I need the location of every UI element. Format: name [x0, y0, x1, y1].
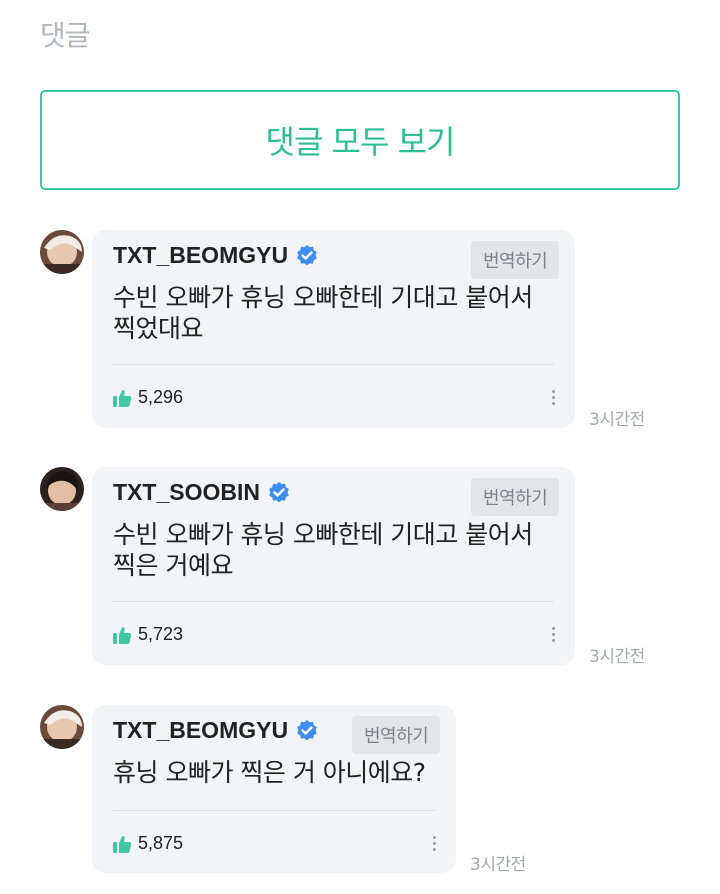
like-button[interactable]: 5,296 — [112, 387, 183, 408]
like-button[interactable]: 5,723 — [112, 624, 183, 645]
translate-button[interactable]: 번역하기 — [471, 241, 560, 279]
like-count: 5,875 — [138, 833, 184, 853]
comment-bubble: TXT_SOOBIN 번역하기 수빈 오빠가 휴닝 오빠한테 기대고 붙어서 찍… — [92, 467, 575, 665]
comment-timestamp: 3시간전 — [470, 855, 526, 875]
translate-button[interactable]: 번역하기 — [352, 716, 441, 754]
comment-text: 수빈 오빠가 휴닝 오빠한테 기대고 붙어서 찍은 거예요 — [113, 520, 533, 580]
avatar[interactable] — [40, 705, 84, 749]
view-all-comments-button[interactable]: 댓글 모두 보기 — [40, 90, 680, 190]
comment-username[interactable]: TXT_BEOMGYU — [113, 717, 319, 744]
translate-button[interactable]: 번역하기 — [471, 478, 560, 516]
comment-bubble: TXT_BEOMGYU 번역하기 수빈 오빠가 휴닝 오빠한테 기대고 붙어서 … — [92, 230, 575, 428]
like-count: 5,723 — [138, 624, 184, 644]
thumbs-up-icon — [113, 835, 132, 853]
thumbs-up-icon — [113, 626, 132, 644]
like-button[interactable]: 5,875 — [112, 833, 183, 854]
more-options-button[interactable] — [546, 387, 560, 409]
comments-section-title: 댓글 — [40, 19, 91, 52]
comment-item: TXT_SOOBIN 번역하기 수빈 오빠가 휴닝 오빠한테 기대고 붙어서 찍… — [40, 467, 660, 667]
verified-badge-icon — [267, 481, 291, 505]
divider — [113, 364, 554, 365]
thumbs-up-icon — [113, 389, 132, 407]
comment-bubble: TXT_BEOMGYU 번역하기 휴닝 오빠가 찍은 거 아니에요? 5,875 — [92, 705, 456, 873]
comment-text: 수빈 오빠가 휴닝 오빠한테 기대고 붙어서 찍었대요 — [113, 283, 533, 343]
avatar[interactable] — [40, 467, 84, 511]
comment-item: TXT_BEOMGYU 번역하기 휴닝 오빠가 찍은 거 아니에요? 5,875… — [40, 705, 560, 885]
verified-badge-icon — [295, 244, 319, 268]
username-text: TXT_BEOMGYU — [113, 717, 289, 743]
like-count: 5,296 — [138, 387, 184, 407]
avatar[interactable] — [40, 230, 84, 274]
comment-item: TXT_BEOMGYU 번역하기 수빈 오빠가 휴닝 오빠한테 기대고 붙어서 … — [40, 230, 660, 430]
divider — [113, 810, 436, 811]
divider — [113, 601, 554, 602]
verified-badge-icon — [295, 719, 319, 743]
username-text: TXT_SOOBIN — [113, 479, 260, 505]
comment-timestamp: 3시간전 — [589, 410, 645, 430]
more-options-button[interactable] — [427, 833, 441, 855]
username-text: TXT_BEOMGYU — [113, 242, 289, 268]
comment-username[interactable]: TXT_BEOMGYU — [113, 242, 319, 269]
more-options-button[interactable] — [546, 624, 560, 646]
comment-username[interactable]: TXT_SOOBIN — [113, 479, 291, 506]
comment-timestamp: 3시간전 — [589, 647, 645, 667]
comment-text: 휴닝 오빠가 찍은 거 아니에요? — [113, 758, 426, 787]
